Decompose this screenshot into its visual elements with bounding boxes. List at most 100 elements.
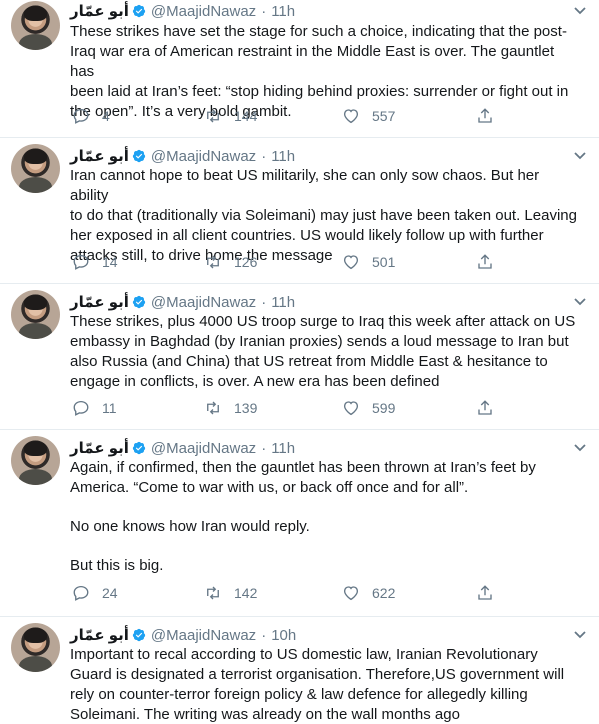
share-icon[interactable] — [476, 399, 494, 417]
verified-badge-icon — [132, 4, 146, 18]
retweet-icon — [207, 401, 219, 415]
tweet-text-line: But this is big. — [70, 557, 164, 574]
tweet[interactable]: أبو عمّار @MaajidNawaz · 10h Important t… — [0, 617, 599, 724]
retweet-button[interactable]: 126 — [204, 253, 257, 271]
tweet-text-line: Iraq war era of American restraint in th… — [70, 43, 555, 80]
verified-badge-icon — [132, 295, 146, 309]
tweet-text-line: engage in conflicts, is over. A new era … — [70, 373, 440, 390]
like-count: 501 — [372, 254, 396, 270]
like-button[interactable]: 599 — [342, 399, 395, 417]
tweet-text-line: her exposed in all client countries. US … — [70, 227, 544, 244]
reply-icon — [73, 400, 89, 416]
author-handle[interactable]: @MaajidNawaz — [151, 148, 256, 165]
reply-button[interactable]: 4 — [72, 107, 110, 125]
separator-dot: · — [261, 626, 267, 644]
reply-count: 14 — [102, 254, 118, 270]
retweet-button[interactable]: 139 — [204, 399, 257, 417]
tweet-header: أبو عمّار @MaajidNawaz · 11h — [70, 437, 295, 459]
author-handle[interactable]: @MaajidNawaz — [151, 440, 256, 457]
reply-count: 11 — [102, 400, 117, 416]
tweet[interactable]: أبو عمّار @MaajidNawaz · 11h These strik… — [0, 284, 599, 430]
tweet-text: These strikes, plus 4000 US troop surge … — [70, 312, 580, 392]
like-count: 557 — [372, 108, 396, 124]
tweet-text-line: to do that (traditionally via Soleimani)… — [70, 207, 577, 224]
author-handle[interactable]: @MaajidNawaz — [151, 3, 256, 20]
verified-badge-icon — [132, 149, 146, 163]
heart-icon — [343, 586, 359, 601]
tweet-timeline: أبو عمّار @MaajidNawaz · 11h These strik… — [0, 0, 599, 724]
tweet[interactable]: أبو عمّار @MaajidNawaz · 11h These strik… — [0, 0, 599, 138]
like-button[interactable]: 501 — [342, 253, 395, 271]
reply-count: 4 — [102, 108, 110, 124]
tweet-text-line: also Russia (and China) that US retreat … — [70, 353, 548, 370]
like-button[interactable]: 557 — [342, 107, 395, 125]
tweet[interactable]: أبو عمّار @MaajidNawaz · 11h Iran cannot… — [0, 138, 599, 284]
tweet-text-line: No one knows how Iran would reply. — [70, 518, 310, 535]
chevron-down-icon[interactable] — [573, 297, 587, 307]
avatar[interactable] — [11, 436, 60, 485]
tweet-text-line: Soleimani. The writing was already on th… — [70, 706, 460, 723]
reply-button[interactable]: 24 — [72, 584, 118, 602]
author-handle[interactable]: @MaajidNawaz — [151, 294, 256, 311]
chevron-down-icon[interactable] — [573, 151, 587, 161]
author-name[interactable]: أبو عمّار — [70, 147, 129, 165]
heart-icon — [343, 109, 359, 124]
retweet-count: 139 — [234, 400, 258, 416]
tweet-text-line: embassy in Baghdad (by Iranian proxies) … — [70, 333, 569, 350]
heart-icon — [343, 255, 359, 270]
chevron-down-icon[interactable] — [573, 443, 587, 453]
share-icon[interactable] — [476, 253, 494, 271]
tweet-header: أبو عمّار @MaajidNawaz · 10h — [70, 624, 296, 646]
tweet-timestamp[interactable]: 11h — [271, 440, 295, 457]
author-name[interactable]: أبو عمّار — [70, 2, 129, 20]
retweet-count: 142 — [234, 585, 258, 601]
tweet-text-line: America. “Come to war with us, or back o… — [70, 479, 469, 496]
avatar[interactable] — [11, 290, 60, 339]
retweet-button[interactable]: 144 — [204, 107, 257, 125]
retweet-icon — [207, 109, 219, 123]
separator-dot: · — [261, 439, 267, 457]
tweet[interactable]: أبو عمّار @MaajidNawaz · 11h Again, if c… — [0, 430, 599, 617]
tweet-timestamp[interactable]: 10h — [271, 627, 296, 644]
like-count: 599 — [372, 400, 396, 416]
tweet-actions: 24 142 622 — [70, 584, 510, 604]
tweet-timestamp[interactable]: 11h — [271, 3, 295, 20]
tweet-actions: 11 139 599 — [70, 399, 510, 419]
tweet-text-line: These strikes, plus 4000 US troop surge … — [70, 313, 576, 330]
tweet-timestamp[interactable]: 11h — [271, 294, 295, 311]
share-icon[interactable] — [476, 584, 494, 602]
tweet-text-line: Iran cannot hope to beat US militarily, … — [70, 167, 540, 204]
tweet-header: أبو عمّار @MaajidNawaz · 11h — [70, 291, 295, 313]
author-name[interactable]: أبو عمّار — [70, 439, 129, 457]
tweet-actions: 4 144 557 — [70, 107, 510, 127]
verified-badge-icon — [132, 441, 146, 455]
tweet-text-line: Important to recal according to US domes… — [70, 646, 538, 663]
retweet-icon — [207, 255, 219, 269]
avatar[interactable] — [11, 1, 60, 50]
author-name[interactable]: أبو عمّار — [70, 293, 129, 311]
separator-dot: · — [261, 147, 267, 165]
reply-button[interactable]: 14 — [72, 253, 118, 271]
tweet-text: Important to recal according to US domes… — [70, 645, 580, 724]
avatar[interactable] — [11, 144, 60, 193]
tweet-text-line: These strikes have set the stage for suc… — [70, 23, 567, 40]
reply-button[interactable]: 11 — [72, 399, 117, 417]
avatar[interactable] — [11, 623, 60, 672]
reply-icon — [73, 108, 89, 124]
tweet-actions: 14 126 501 — [70, 253, 510, 273]
tweet-text-line: Again, if confirmed, then the gauntlet h… — [70, 459, 536, 476]
author-handle[interactable]: @MaajidNawaz — [151, 627, 256, 644]
author-name[interactable]: أبو عمّار — [70, 626, 129, 644]
tweet-timestamp[interactable]: 11h — [271, 148, 295, 165]
like-button[interactable]: 622 — [342, 584, 395, 602]
chevron-down-icon[interactable] — [573, 6, 587, 16]
retweet-count: 144 — [234, 108, 258, 124]
reply-icon — [73, 585, 89, 601]
share-icon[interactable] — [476, 107, 494, 125]
tweet-text-line: been laid at Iran’s feet: “stop hiding b… — [70, 83, 569, 100]
chevron-down-icon[interactable] — [573, 630, 587, 640]
reply-icon — [73, 254, 89, 270]
retweet-button[interactable]: 142 — [204, 584, 257, 602]
